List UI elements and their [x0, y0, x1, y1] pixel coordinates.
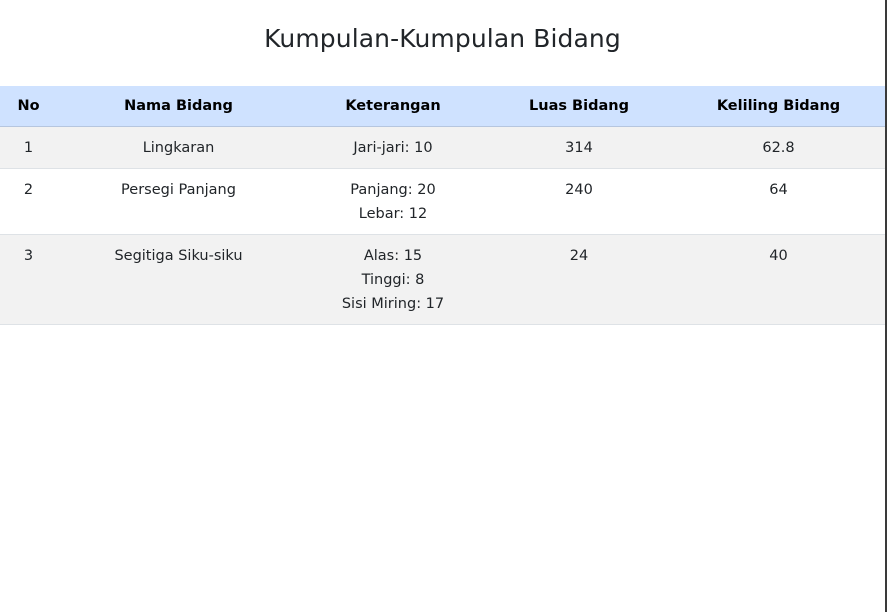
- cell-area: 240: [486, 168, 672, 235]
- column-header-perimeter: Keliling Bidang: [672, 86, 885, 127]
- cell-no: 3: [0, 234, 57, 325]
- cell-description: Panjang: 20 Lebar: 12: [300, 168, 486, 235]
- description-line: Jari-jari: 10: [353, 140, 433, 156]
- cell-name: Lingkaran: [57, 126, 300, 169]
- cell-perimeter: 62.8: [672, 126, 885, 169]
- column-header-name: Nama Bidang: [57, 86, 300, 127]
- table-row: 2 Persegi Panjang Panjang: 20 Lebar: 12 …: [0, 168, 885, 235]
- table-body: 1 Lingkaran Jari-jari: 10 314 62.8 2 Per…: [0, 126, 885, 325]
- description-line: Sisi Miring: 17: [341, 296, 445, 312]
- table-row: 3 Segitiga Siku-siku Alas: 15 Tinggi: 8 …: [0, 234, 885, 325]
- shapes-table: No Nama Bidang Keterangan Luas Bidang Ke…: [0, 86, 885, 325]
- description-line: Tinggi: 8: [361, 272, 425, 288]
- description-line: Panjang: 20: [350, 182, 436, 198]
- cell-description: Alas: 15 Tinggi: 8 Sisi Miring: 17: [300, 234, 486, 325]
- description-line: Lebar: 12: [358, 206, 428, 222]
- page-title: Kumpulan-Kumpulan Bidang: [264, 24, 621, 53]
- header-row: No Nama Bidang Keterangan Luas Bidang Ke…: [0, 86, 885, 127]
- cell-name: Persegi Panjang: [57, 168, 300, 235]
- cell-perimeter: 64: [672, 168, 885, 235]
- cell-area: 314: [486, 126, 672, 169]
- cell-perimeter: 40: [672, 234, 885, 325]
- table-row: 1 Lingkaran Jari-jari: 10 314 62.8: [0, 126, 885, 169]
- column-header-area: Luas Bidang: [486, 86, 672, 127]
- cell-area: 24: [486, 234, 672, 325]
- cell-name: Segitiga Siku-siku: [57, 234, 300, 325]
- column-header-no: No: [0, 86, 57, 127]
- description-line: Alas: 15: [363, 248, 423, 264]
- table-header: No Nama Bidang Keterangan Luas Bidang Ke…: [0, 86, 885, 127]
- column-header-description: Keterangan: [300, 86, 486, 127]
- cell-no: 1: [0, 126, 57, 169]
- cell-description: Jari-jari: 10: [300, 126, 486, 169]
- cell-no: 2: [0, 168, 57, 235]
